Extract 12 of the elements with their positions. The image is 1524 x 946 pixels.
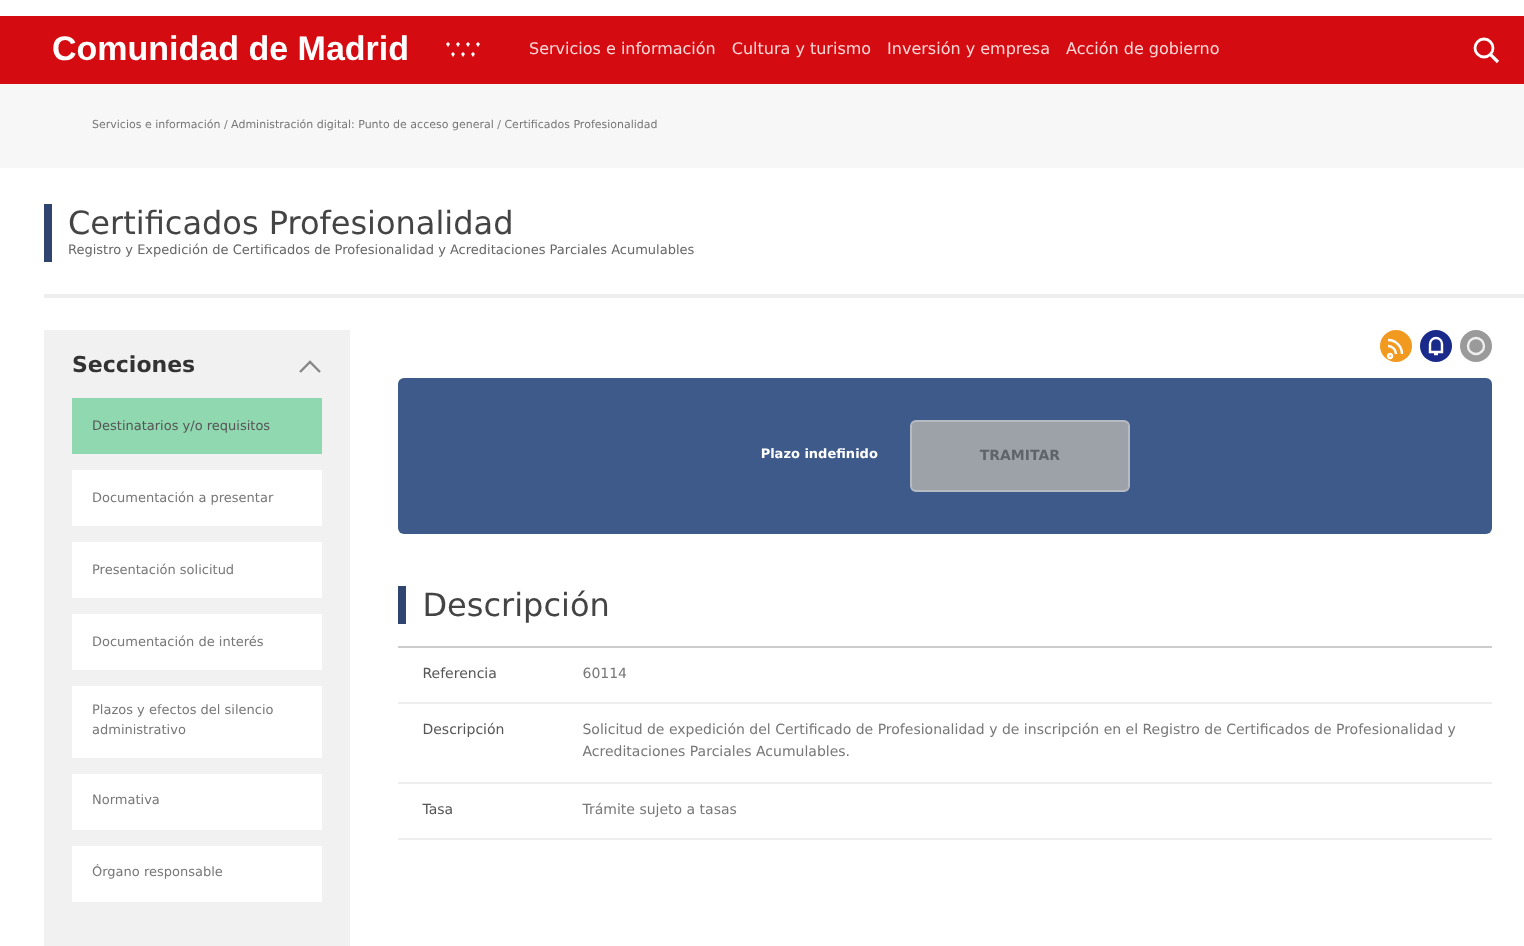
nav-link[interactable]: Cultura y turismo: [731, 38, 872, 62]
chevron-up-icon[interactable]: [298, 358, 323, 375]
search-icon[interactable]: [1472, 36, 1500, 64]
nav-link[interactable]: Inversión y empresa: [887, 38, 1050, 62]
page-title: Certificados Profesionalidad: [68, 204, 516, 243]
bell-icon[interactable]: [1420, 329, 1452, 362]
site-logo-text[interactable]: Comunidad de Madrid: [52, 24, 409, 76]
sidebar-title: Secciones: [72, 349, 196, 382]
nav-link[interactable]: Acción de gobierno: [1066, 38, 1220, 62]
stars-flag-icon: [441, 40, 481, 60]
section-title: Descripción: [398, 585, 610, 624]
nav-link[interactable]: Servicios e información: [529, 38, 716, 62]
